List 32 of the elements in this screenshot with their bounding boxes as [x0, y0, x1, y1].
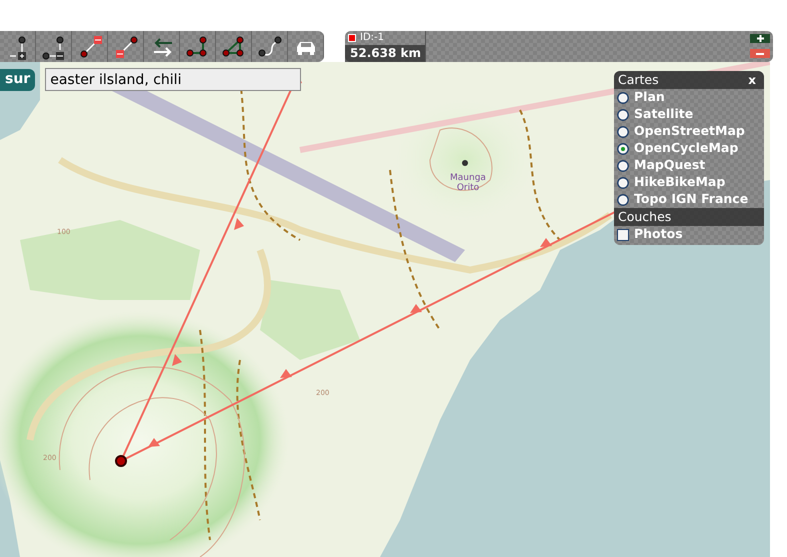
radio-button[interactable] — [617, 108, 629, 120]
radio-button[interactable] — [617, 126, 629, 138]
radio-button[interactable] — [617, 142, 629, 154]
checkbox[interactable] — [617, 228, 629, 240]
search-button[interactable]: sur — [0, 68, 36, 90]
search-field[interactable]: easter ilsland, chili — [45, 68, 302, 91]
close-button[interactable]: x — [748, 71, 760, 89]
peak-marker — [462, 160, 468, 166]
layer-option[interactable]: Plan — [614, 89, 764, 106]
layer-option[interactable]: HikeBikeMap — [614, 174, 764, 191]
panel-subtitle: Couches — [618, 208, 672, 226]
remove-button[interactable] — [750, 49, 770, 58]
layer-option[interactable]: OpenStreetMap — [614, 123, 764, 140]
square-icon — [348, 34, 356, 42]
overlay-option[interactable]: Photos — [614, 226, 764, 243]
contour-line — [430, 128, 492, 191]
radio-button[interactable] — [617, 176, 629, 188]
route-distance: 52.638 km — [345, 45, 425, 62]
layer-option[interactable]: MapQuest — [614, 157, 764, 174]
route-id: ID:-1 — [360, 33, 384, 43]
plus-icon — [756, 35, 764, 42]
panel-title: Cartes — [618, 71, 659, 89]
radio-button[interactable] — [617, 92, 629, 104]
radio-button[interactable] — [617, 194, 629, 206]
peak-label: Maunga Orito — [449, 173, 487, 193]
radio-button[interactable] — [617, 160, 629, 172]
add-button[interactable] — [750, 34, 770, 43]
minus-icon — [756, 52, 764, 54]
layer-option[interactable]: Topo IGN France — [614, 191, 764, 208]
layer-option[interactable]: OpenCycleMap — [614, 140, 764, 157]
layer-option[interactable]: Satellite — [614, 106, 764, 123]
route-start-marker[interactable] — [115, 455, 127, 467]
